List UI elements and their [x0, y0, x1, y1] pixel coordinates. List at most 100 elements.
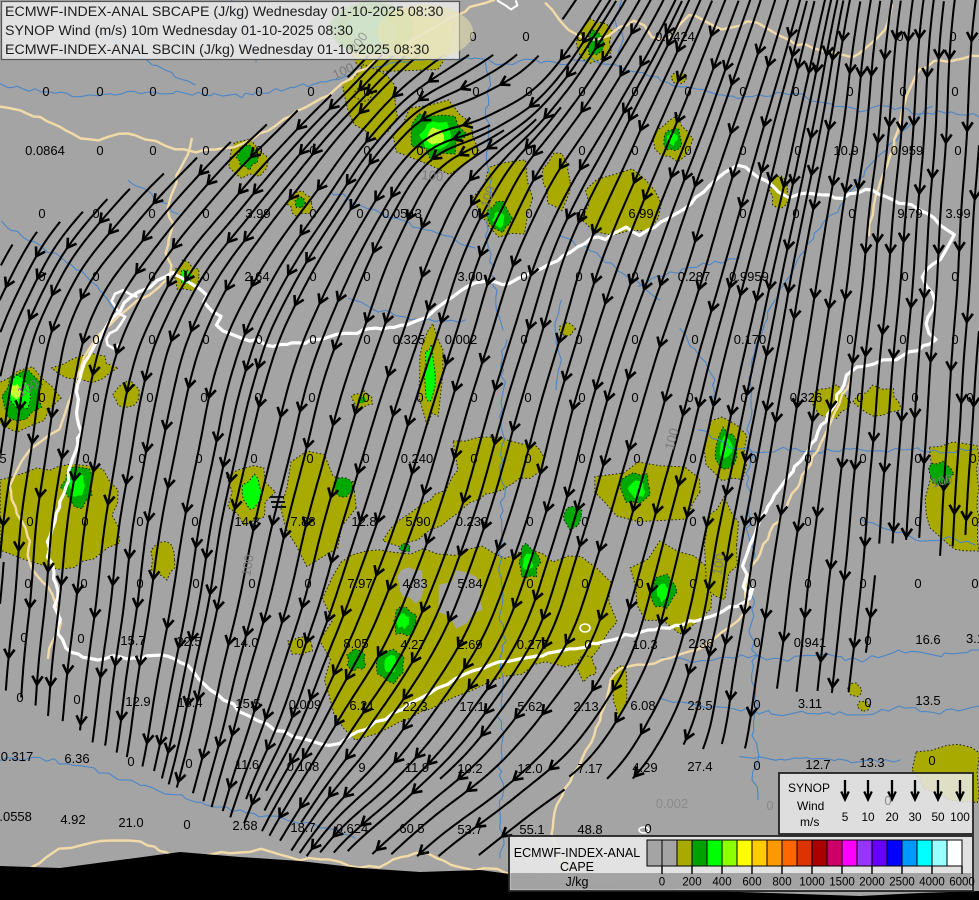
svg-text:0.277: 0.277 [517, 637, 550, 652]
svg-text:0: 0 [136, 514, 143, 529]
svg-text:0: 0 [914, 514, 921, 529]
svg-text:0: 0 [127, 754, 134, 769]
svg-text:0: 0 [689, 451, 696, 466]
svg-text:0: 0 [309, 269, 316, 284]
svg-text:0.240: 0.240 [401, 451, 434, 466]
svg-text:0: 0 [914, 576, 921, 591]
svg-text:0: 0 [951, 84, 958, 99]
svg-text:0: 0 [914, 451, 921, 466]
svg-text:0: 0 [524, 390, 531, 405]
svg-text:13.5: 13.5 [915, 693, 940, 708]
svg-text:22.5: 22.5 [176, 634, 201, 649]
svg-text:0: 0 [363, 143, 370, 158]
svg-text:0: 0 [631, 84, 638, 99]
svg-text:3.11: 3.11 [798, 696, 822, 711]
svg-text:0: 0 [304, 576, 311, 591]
svg-text:7.97: 7.97 [347, 576, 372, 591]
svg-text:0: 0 [749, 576, 756, 591]
svg-text:0: 0 [928, 753, 935, 768]
svg-text:3.00: 3.00 [457, 269, 482, 284]
svg-text:1500: 1500 [829, 877, 855, 889]
svg-text:0: 0 [684, 143, 691, 158]
svg-text:0: 0 [578, 390, 585, 405]
svg-text:0: 0 [92, 206, 99, 221]
svg-text:0: 0 [149, 143, 156, 158]
svg-text:0: 0 [149, 84, 156, 99]
svg-text:0: 0 [42, 84, 49, 99]
svg-text:0: 0 [307, 84, 314, 99]
svg-text:0: 0 [416, 390, 423, 405]
svg-text:15.7: 15.7 [120, 633, 145, 648]
svg-text:0: 0 [309, 206, 316, 221]
svg-text:0: 0 [202, 269, 209, 284]
svg-text:0: 0 [309, 143, 316, 158]
svg-text:50: 50 [931, 810, 945, 824]
svg-text:0: 0 [631, 390, 638, 405]
svg-text:23.5: 23.5 [687, 698, 712, 713]
svg-text:0: 0 [749, 514, 756, 529]
svg-text:12.7: 12.7 [805, 757, 830, 772]
svg-text:0: 0 [689, 576, 696, 591]
svg-text:7.88: 7.88 [290, 514, 315, 529]
svg-text:0: 0 [202, 206, 209, 221]
svg-text:20: 20 [885, 810, 899, 824]
svg-text:0: 0 [80, 576, 87, 591]
svg-text:100: 100 [950, 810, 970, 824]
svg-text:0: 0 [884, 793, 891, 808]
svg-text:0: 0 [576, 29, 583, 44]
svg-text:0: 0 [792, 84, 799, 99]
svg-text:200: 200 [682, 877, 701, 889]
svg-text:0: 0 [951, 332, 958, 347]
svg-text:0: 0 [804, 451, 811, 466]
svg-text:0: 0 [848, 206, 855, 221]
svg-text:0: 0 [81, 514, 88, 529]
svg-text:11.9: 11.9 [405, 760, 429, 775]
svg-text:0: 0 [753, 635, 760, 650]
svg-text:11.6: 11.6 [235, 757, 259, 772]
svg-text:0: 0 [77, 631, 84, 646]
svg-text:0.002: 0.002 [445, 332, 478, 347]
svg-text:0.941: 0.941 [794, 635, 827, 650]
svg-text:0: 0 [96, 143, 103, 158]
svg-text:0: 0 [255, 332, 262, 347]
svg-text:0: 0 [864, 695, 871, 710]
svg-text:0.239: 0.239 [456, 514, 489, 529]
svg-text:0: 0 [686, 390, 693, 405]
svg-text:0: 0 [911, 390, 918, 405]
svg-text:27.4: 27.4 [687, 759, 712, 774]
svg-text:0: 0 [575, 269, 582, 284]
svg-text:0: 0 [856, 390, 863, 405]
svg-text:2500: 2500 [889, 877, 915, 889]
svg-text:0: 0 [248, 576, 255, 591]
svg-text:0: 0 [739, 84, 746, 99]
svg-text:0: 0 [846, 332, 853, 347]
svg-text:400: 400 [712, 877, 731, 889]
svg-text:9.79: 9.79 [897, 206, 922, 221]
svg-text:3.1: 3.1 [966, 631, 979, 646]
svg-text:0: 0 [255, 143, 262, 158]
svg-text:0: 0 [951, 269, 958, 284]
svg-text:0: 0 [363, 332, 370, 347]
svg-text:14.0: 14.0 [233, 635, 258, 650]
svg-text:4.83: 4.83 [402, 576, 427, 591]
svg-text:2.13: 2.13 [573, 699, 598, 714]
svg-text:0: 0 [859, 451, 866, 466]
svg-text:0: 0 [148, 269, 155, 284]
svg-text:0: 0 [794, 143, 801, 158]
svg-text:ECMWF-INDEX-ANAL: ECMWF-INDEX-ANAL [514, 846, 640, 860]
svg-text:16.6: 16.6 [915, 632, 940, 647]
svg-text:0: 0 [766, 798, 773, 813]
svg-text:0: 0 [631, 332, 638, 347]
svg-text:0: 0 [148, 206, 155, 221]
svg-text:0: 0 [949, 29, 956, 44]
svg-text:0: 0 [148, 332, 155, 347]
svg-text:0: 0 [146, 390, 153, 405]
svg-text:0: 0 [82, 451, 89, 466]
svg-text:0: 0 [38, 390, 45, 405]
svg-text:0.9959: 0.9959 [729, 269, 769, 284]
svg-text:8.05: 8.05 [343, 636, 368, 651]
svg-text:Wind: Wind [797, 799, 824, 813]
svg-text:0.624: 0.624 [336, 821, 369, 836]
svg-text:0: 0 [631, 269, 638, 284]
svg-text:0: 0 [363, 269, 370, 284]
